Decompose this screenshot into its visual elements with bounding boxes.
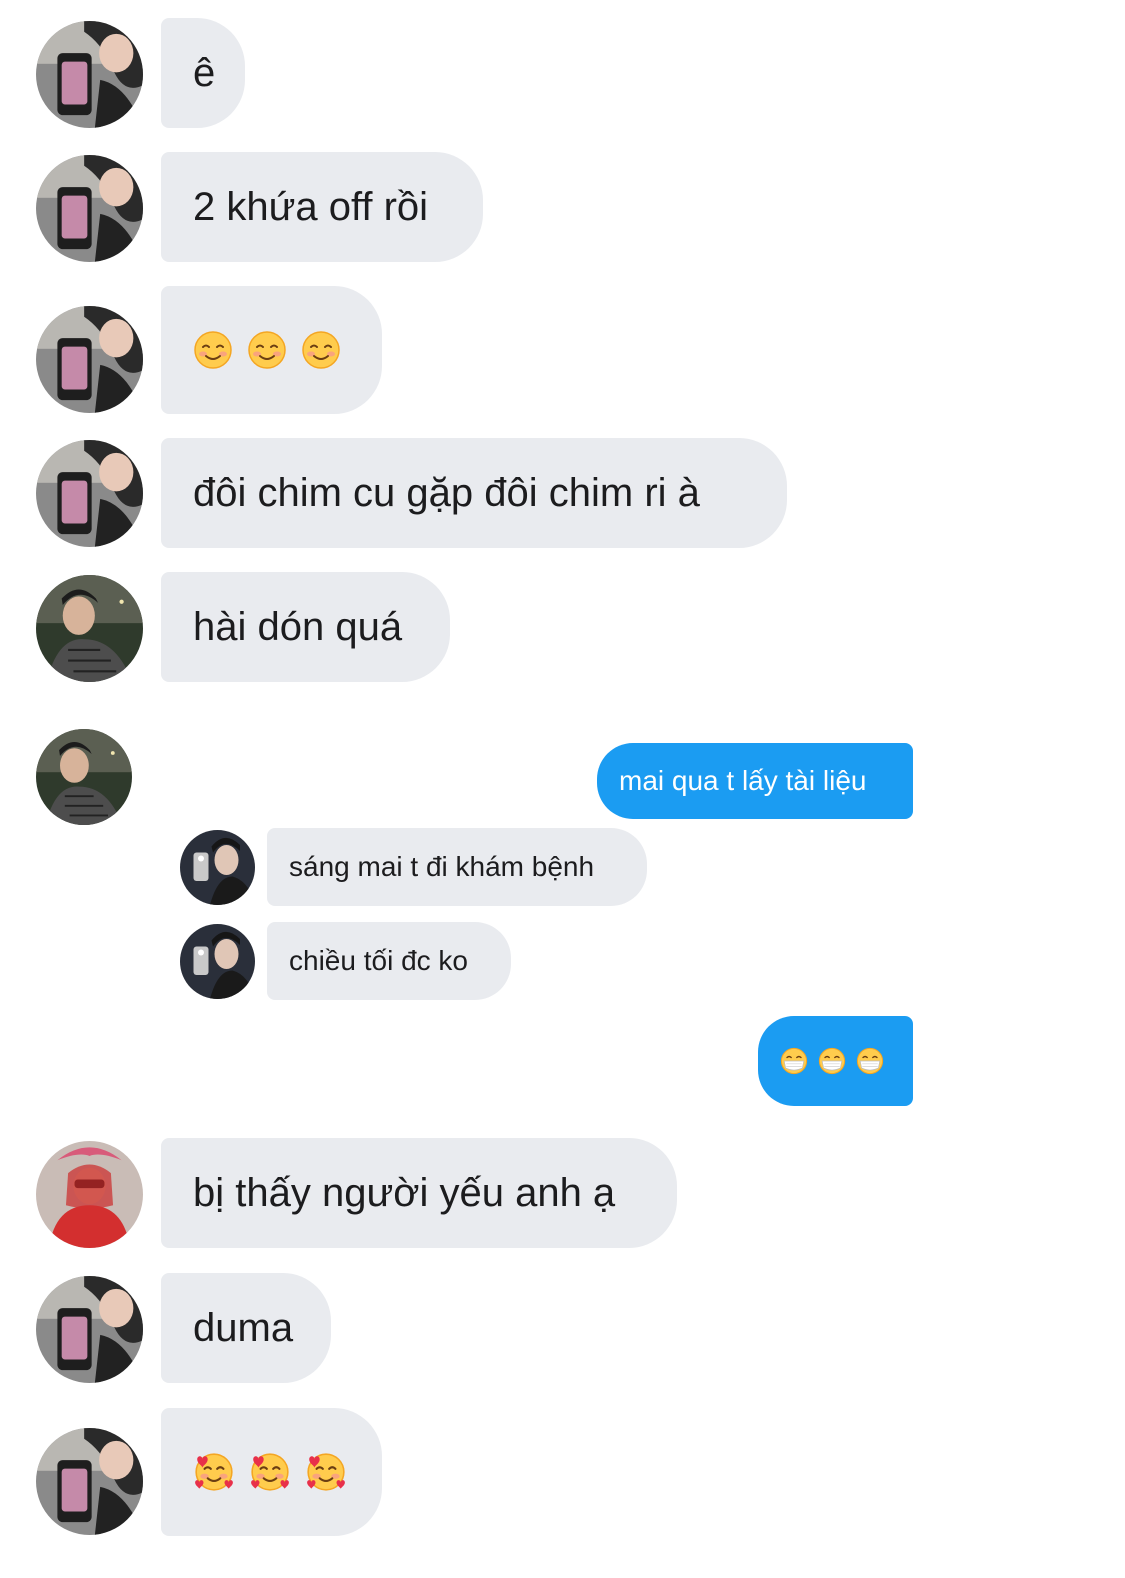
avatar-photo-icon bbox=[36, 1141, 143, 1248]
outgoing-message[interactable]: mai qua t lấy tài liệu bbox=[597, 743, 913, 819]
sender-avatar[interactable] bbox=[36, 1141, 143, 1248]
sender-avatar[interactable] bbox=[36, 1428, 143, 1535]
incoming-message[interactable]: chiều tối đc ko bbox=[267, 922, 511, 1000]
sender-avatar[interactable] bbox=[36, 21, 143, 128]
avatar-photo-icon bbox=[36, 155, 143, 262]
sender-avatar[interactable] bbox=[36, 575, 143, 682]
reply-avatar[interactable] bbox=[180, 830, 255, 905]
avatar-photo-icon bbox=[36, 306, 143, 413]
avatar-photo-icon bbox=[36, 575, 143, 682]
avatar-photo-icon bbox=[36, 1276, 143, 1383]
smiling-face-with-hearts-icon bbox=[193, 1451, 235, 1493]
avatar-photo-icon bbox=[36, 21, 143, 128]
sender-avatar[interactable] bbox=[36, 155, 143, 262]
incoming-message[interactable]: bị thấy người yếu anh ạ bbox=[161, 1138, 677, 1248]
avatar-photo-icon bbox=[36, 440, 143, 547]
face-with-medical-mask-icon bbox=[780, 1047, 808, 1075]
emoji-group bbox=[193, 1451, 347, 1493]
smiling-face-icon bbox=[301, 330, 341, 370]
sender-avatar[interactable] bbox=[36, 1276, 143, 1383]
avatar-photo-icon bbox=[36, 1428, 143, 1535]
message-text: 2 khứa off rồi bbox=[193, 184, 429, 229]
face-with-medical-mask-icon bbox=[856, 1047, 884, 1075]
message-text: duma bbox=[193, 1305, 294, 1350]
face-with-medical-mask-icon bbox=[818, 1047, 846, 1075]
message-text: sáng mai t đi khám bệnh bbox=[289, 851, 595, 882]
outgoing-emoji-message[interactable] bbox=[758, 1016, 913, 1106]
smiling-face-icon bbox=[247, 330, 287, 370]
message-text: ê bbox=[193, 50, 216, 95]
avatar-photo-icon bbox=[180, 830, 255, 905]
incoming-message[interactable]: 2 khứa off rồi bbox=[161, 152, 483, 262]
sender-avatar[interactable] bbox=[36, 729, 132, 825]
sender-avatar[interactable] bbox=[36, 306, 143, 413]
emoji-group bbox=[193, 330, 341, 370]
emoji-group bbox=[780, 1047, 884, 1075]
smiling-face-with-hearts-icon bbox=[305, 1451, 347, 1493]
incoming-message[interactable]: đôi chim cu gặp đôi chim ri à bbox=[161, 438, 787, 548]
message-text: hài dón quá bbox=[193, 604, 403, 649]
sender-avatar[interactable] bbox=[36, 440, 143, 547]
smiling-face-with-hearts-icon bbox=[249, 1451, 291, 1493]
incoming-message[interactable]: duma bbox=[161, 1273, 331, 1383]
incoming-message[interactable]: ê bbox=[161, 18, 245, 128]
incoming-emoji-message[interactable] bbox=[161, 286, 382, 414]
avatar-photo-icon bbox=[180, 924, 255, 999]
incoming-message[interactable]: hài dón quá bbox=[161, 572, 450, 682]
message-text: đôi chim cu gặp đôi chim ri à bbox=[193, 470, 700, 515]
avatar-photo-icon bbox=[36, 729, 132, 825]
incoming-message[interactable]: sáng mai t đi khám bệnh bbox=[267, 828, 647, 906]
smiling-face-icon bbox=[193, 330, 233, 370]
message-text: chiều tối đc ko bbox=[289, 945, 468, 976]
incoming-emoji-message[interactable] bbox=[161, 1408, 382, 1536]
message-text: mai qua t lấy tài liệu bbox=[619, 765, 867, 796]
reply-avatar[interactable] bbox=[180, 924, 255, 999]
message-text: bị thấy người yếu anh ạ bbox=[193, 1170, 616, 1215]
